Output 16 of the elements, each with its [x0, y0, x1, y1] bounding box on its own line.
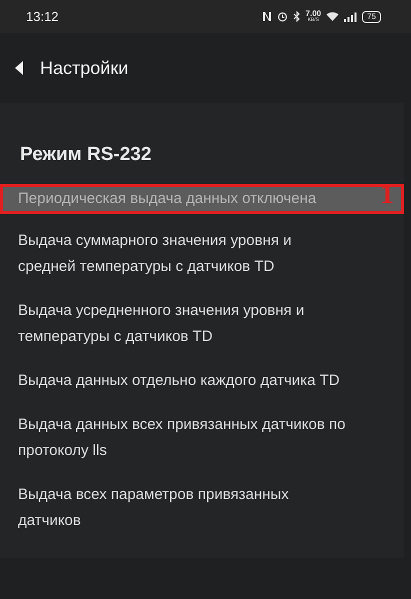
network-speed: 7.00	[306, 10, 322, 18]
back-icon[interactable]	[14, 61, 24, 75]
bluetooth-icon	[292, 11, 301, 22]
option-item[interactable]: Выдача суммарного значения уровня и средней температуры с датчиков TD	[0, 226, 404, 282]
option-item[interactable]: Выдача данных отдельно каждого датчика TD	[0, 366, 404, 396]
nfc-icon	[262, 11, 272, 22]
battery-indicator: 75	[362, 10, 381, 22]
option-item[interactable]: Выдача усредненного значения уровня и температуры с датчиков TD	[0, 296, 404, 352]
alarm-icon	[276, 11, 288, 22]
section-title: Режим RS-232	[19, 143, 152, 167]
signal-icon	[344, 12, 358, 22]
wifi-icon	[326, 11, 340, 22]
header-title: Настройки	[40, 56, 128, 80]
option-item[interactable]: Выдача всех параметров привязанных датчиков	[0, 480, 404, 536]
option-item[interactable]: Выдача данных всех привязанных датчиков по протоколу lls	[0, 410, 404, 466]
status-time: 13:12	[26, 8, 59, 26]
